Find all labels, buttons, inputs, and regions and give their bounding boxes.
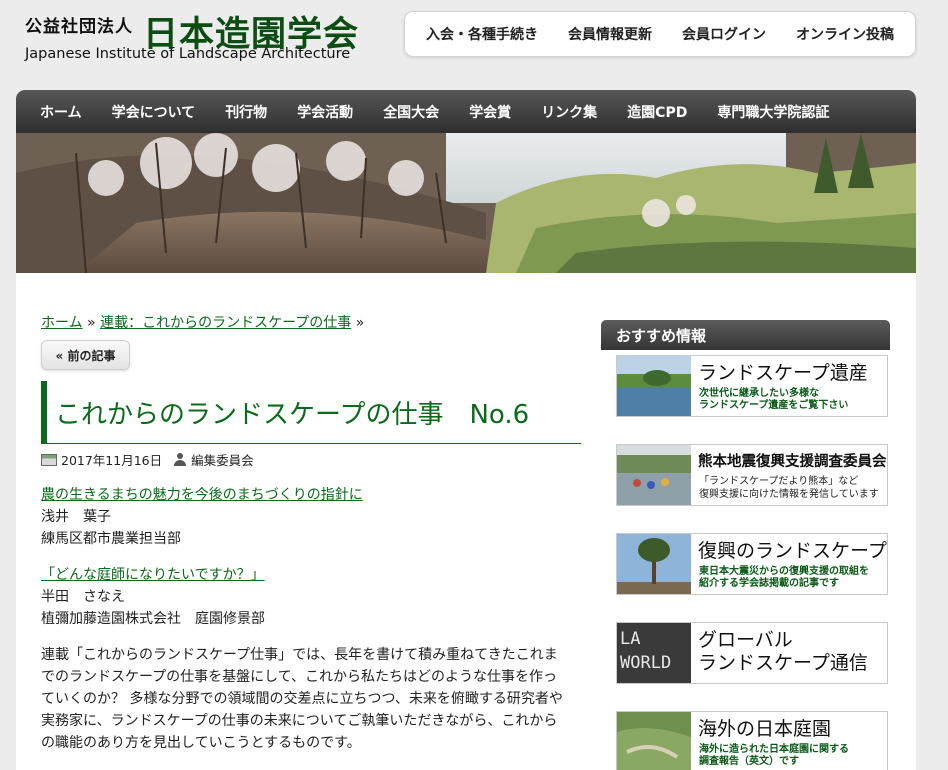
sidebar-heading: おすすめ情報: [601, 320, 890, 350]
nav-graduate-accreditation[interactable]: 専門職大学院認証: [717, 102, 829, 122]
banner-kumamoto-support[interactable]: 熊本地震復興支援調査委員会 「ランドスケープだより熊本」など 復興支援に向けた情報…: [616, 444, 888, 506]
banner-japanese-gardens-overseas[interactable]: 海外の日本庭園 海外に造られた日本庭園に関する 調査報告（英文）です: [616, 711, 888, 770]
banner-global-landscape[interactable]: LA WORLD グローバル ランドスケープ通信: [616, 622, 888, 684]
banner-subtitle: 次世代に継承したい多様な ランドスケープ遺産をご覧下さい: [699, 388, 849, 411]
kumamoto-thumbnail: [617, 445, 691, 505]
brand-english: Japanese Institute of Landscape Architec…: [25, 46, 351, 62]
previous-post-button[interactable]: « 前の記事: [41, 340, 130, 370]
post-meta: 2017年11月16日 編集委員会: [41, 450, 254, 469]
author-icon: [174, 453, 187, 466]
top-nav-member-login[interactable]: 会員ログイン: [682, 24, 766, 44]
entry-link-1[interactable]: 農の生きるまちの魅力を今後のまちづくりの指針に: [41, 487, 363, 503]
post-title-box: これからのランドスケープの仕事 No.6: [41, 381, 581, 444]
entry-author-name: 浅井 葉子: [41, 509, 111, 525]
main-nav: ホーム 学会について 刊行物 学会活動 全国大会 学会賞 リンク集 造園CPD …: [16, 90, 916, 133]
intro-line: の職能のあり方を見出していこうとするものです。: [41, 735, 361, 751]
top-utility-nav: 入会・各種手続き 会員情報更新 会員ログイン オンライン投稿: [404, 11, 916, 57]
nav-home[interactable]: ホーム: [40, 102, 82, 122]
la-world-logo: LA WORLD: [617, 623, 691, 683]
intro-line: ていくのか？ 多様な分野での領域間の交差点に立ちつつ、未来を俯瞰する研究者や: [41, 691, 563, 707]
breadcrumb-category[interactable]: 連載：これからのランドスケープの仕事: [100, 315, 351, 331]
banner-title: 海外の日本庭園: [698, 718, 832, 740]
nav-activities[interactable]: 学会活動: [297, 102, 353, 122]
nav-publications[interactable]: 刊行物: [225, 102, 267, 122]
banner-landscape-heritage[interactable]: ランドスケープ遺産 次世代に継承したい多様な ランドスケープ遺産をご覧下さい: [616, 355, 888, 417]
landscape-heritage-thumbnail: [617, 356, 691, 416]
calendar-icon: [41, 453, 57, 466]
banner-subtitle: 東日本大震災からの復興支援の取組を 紹介する学会誌掲載の記事です: [699, 566, 869, 589]
intro-line: 連載「これからのランドスケープ仕事」では、長年を書けて積み重ねてきたこれま: [41, 647, 558, 663]
banner-title: 復興のランドスケープ: [698, 540, 887, 562]
top-nav-member-update[interactable]: 会員情報更新: [568, 24, 652, 44]
nav-links[interactable]: リンク集: [541, 102, 597, 122]
article-intro: 連載「これからのランドスケープ仕事」では、長年を書けて積み重ねてきたこれま での…: [41, 644, 586, 754]
banner-title: グローバル ランドスケープ通信: [698, 629, 868, 674]
post-author: 編集委員会: [191, 453, 254, 468]
intro-line: でのランドスケープの仕事を基盤にして、これから私たちはどのような仕事を作っ: [41, 669, 558, 685]
intro-line: 実務家に、ランドスケープの仕事の未来についてご執筆いただきながら、これから: [41, 713, 558, 729]
banner-title: 熊本地震復興支援調査委員会: [698, 454, 887, 470]
entry-link-2[interactable]: 「どんな庭師になりたいですか？」: [41, 567, 265, 583]
article-body: 農の生きるまちの魅力を今後のまちづくりの指針に 浅井 葉子 練馬区都市農業担当部…: [41, 484, 586, 754]
entry-author-org: 植彌加藤造園株式会社 庭園修景部: [41, 611, 265, 627]
banner-reconstruction-landscape[interactable]: 復興のランドスケープ 東日本大震災からの復興支援の取組を 紹介する学会誌掲載の記事…: [616, 533, 888, 595]
banner-subtitle: 「ランドスケープだより熊本」など 復興支援に向けた情報を発信しています: [699, 476, 879, 500]
nav-awards[interactable]: 学会賞: [469, 102, 511, 122]
overseas-garden-thumbnail: [617, 712, 691, 770]
top-nav-membership[interactable]: 入会・各種手続き: [426, 24, 538, 44]
banner-subtitle: 海外に造られた日本庭園に関する 調査報告（英文）です: [699, 744, 849, 767]
breadcrumb: ホーム » 連載：これからのランドスケープの仕事 »: [41, 312, 364, 332]
reconstruction-thumbnail: [617, 534, 691, 594]
breadcrumb-separator: »: [87, 315, 96, 331]
article-entry: 「どんな庭師になりたいですか？」 半田 さなえ 植彌加藤造園株式会社 庭園修景部: [41, 564, 586, 630]
post-title: これからのランドスケープの仕事 No.6: [55, 399, 530, 430]
brand-prefix: 公益社団法人: [25, 17, 133, 37]
entry-author-org: 練馬区都市農業担当部: [41, 531, 181, 547]
breadcrumb-home[interactable]: ホーム: [41, 315, 83, 331]
breadcrumb-separator-trailing: »: [355, 315, 365, 331]
nav-convention[interactable]: 全国大会: [383, 102, 439, 122]
entry-author-name: 半田 さなえ: [41, 589, 125, 605]
post-date: 2017年11月16日: [61, 453, 163, 468]
banner-title: ランドスケープ遺産: [698, 362, 868, 384]
nav-cpd[interactable]: 造園CPD: [627, 102, 687, 122]
site-logo[interactable]: 公益社団法人 日本造園学会 Japanese Institute of Land…: [25, 8, 385, 68]
hero-landscape-image: [16, 133, 916, 273]
top-nav-online-submission[interactable]: オンライン投稿: [796, 24, 894, 44]
nav-about[interactable]: 学会について: [112, 102, 196, 122]
article-entry: 農の生きるまちの魅力を今後のまちづくりの指針に 浅井 葉子 練馬区都市農業担当部: [41, 484, 586, 550]
